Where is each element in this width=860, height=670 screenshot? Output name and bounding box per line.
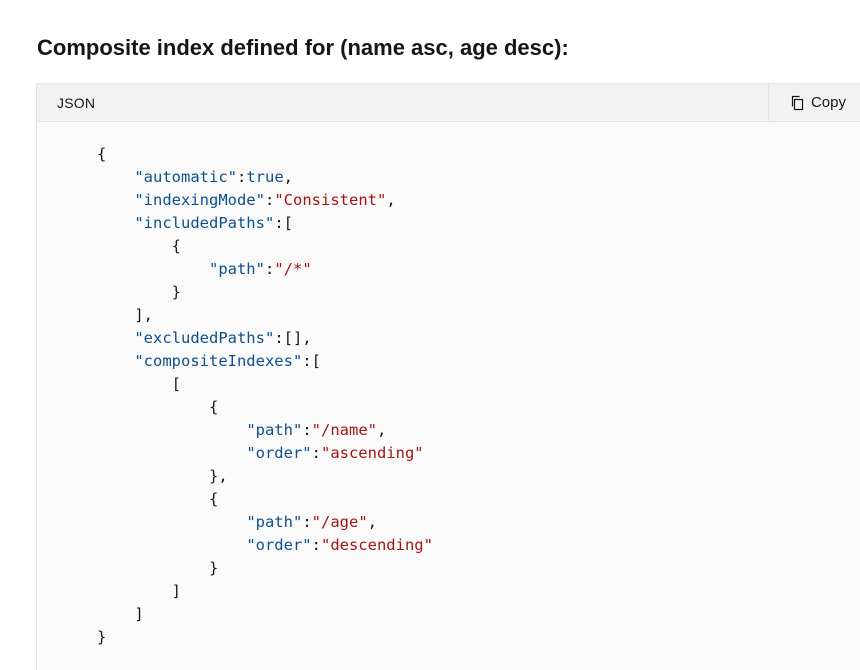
code-token: } <box>97 559 219 577</box>
code-token: :[ <box>274 214 293 232</box>
code-token: { <box>97 490 219 508</box>
code-token: "compositeIndexes" <box>134 352 303 370</box>
code-line: "automatic":true, <box>97 166 860 189</box>
code-line: { <box>97 396 860 419</box>
code-token: : <box>302 421 312 439</box>
code-token: "automatic" <box>134 168 237 186</box>
section-heading: Composite index defined for (name asc, a… <box>37 35 569 60</box>
code-line: }, <box>97 465 860 488</box>
code-token: : <box>302 513 312 531</box>
code-token: "path" <box>246 513 303 531</box>
code-token: : <box>311 536 321 554</box>
code-token: "includedPaths" <box>134 214 275 232</box>
code-token: ], <box>97 306 153 324</box>
code-token: "path" <box>208 260 265 278</box>
code-token: "/age" <box>311 513 368 531</box>
code-line: "path":"/name", <box>97 419 860 442</box>
code-token: "/*" <box>274 260 312 278</box>
code-header: JSON Copy <box>37 84 860 122</box>
code-token: "indexingMode" <box>134 191 265 209</box>
code-line: { <box>97 488 860 511</box>
code-token: : <box>236 168 247 186</box>
copy-button-label: Copy <box>810 94 846 111</box>
code-line: "path":"/*" <box>97 258 860 281</box>
code-token: "excludedPaths" <box>134 329 275 347</box>
code-token: } <box>97 628 107 646</box>
code-token: { <box>97 237 181 255</box>
code-line: ] <box>97 580 860 603</box>
code-line: { <box>97 235 860 258</box>
code-line: { <box>97 143 860 166</box>
code-token: : <box>264 191 275 209</box>
code-line: "path":"/age", <box>97 511 860 534</box>
code-token: { <box>97 398 219 416</box>
code-token: }, <box>97 467 228 485</box>
code-token: , <box>376 421 387 439</box>
code-token: { <box>97 145 107 163</box>
copy-button[interactable]: Copy <box>767 84 860 121</box>
code-token: "ascending" <box>320 444 424 462</box>
code-content: { "automatic":true, "indexingMode":"Cons… <box>37 122 860 649</box>
code-line: "order":"descending" <box>97 534 860 557</box>
code-token: :[ <box>302 352 321 370</box>
code-token: ] <box>97 605 144 623</box>
code-language-label: JSON <box>57 94 96 111</box>
code-line: "indexingMode":"Consistent", <box>97 189 860 212</box>
code-line: [ <box>97 373 860 396</box>
code-line: } <box>97 557 860 580</box>
code-line: ], <box>97 304 860 327</box>
code-line: } <box>97 281 860 304</box>
code-line: "compositeIndexes":[ <box>97 350 860 373</box>
code-token: , <box>367 513 377 531</box>
code-token: "order" <box>246 536 312 554</box>
code-token: [ <box>97 375 181 393</box>
code-token: } <box>97 283 181 301</box>
code-token: : <box>264 260 275 278</box>
code-line: "excludedPaths":[], <box>97 327 860 350</box>
code-token: "path" <box>246 421 303 439</box>
code-line: "order":"ascending" <box>97 442 860 465</box>
code-token: :[], <box>274 329 312 347</box>
copy-icon <box>791 95 804 110</box>
code-token: "Consistent" <box>274 191 387 209</box>
code-token: true <box>246 168 284 186</box>
code-token: "/name" <box>311 421 377 439</box>
code-line: } <box>97 626 860 649</box>
code-line: "includedPaths":[ <box>97 212 860 235</box>
code-line: ] <box>97 603 860 626</box>
code-token: "order" <box>246 444 312 462</box>
code-token: , <box>283 168 293 186</box>
code-block: JSON Copy { "automatic":true, "indexingM… <box>36 83 860 670</box>
code-token: , <box>386 191 396 209</box>
code-token: "descending" <box>320 536 433 554</box>
code-token: : <box>311 444 321 462</box>
code-token: ] <box>97 582 181 600</box>
